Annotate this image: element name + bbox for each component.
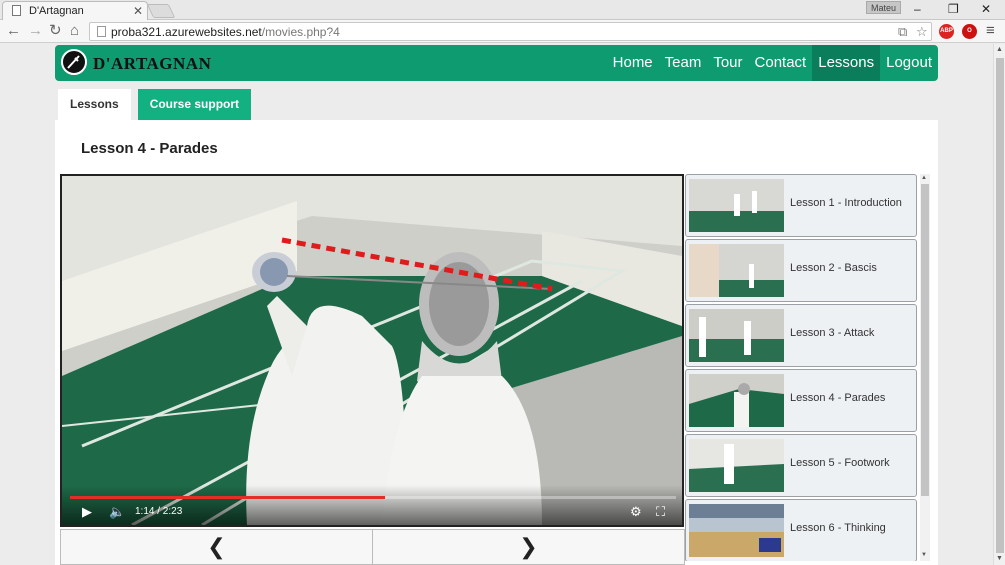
- lesson-label: Lesson 4 - Parades: [790, 392, 886, 404]
- lesson-thumbnail: [689, 504, 784, 557]
- close-icon[interactable]: ✕: [133, 4, 143, 18]
- adblock-icon[interactable]: ABP: [939, 24, 954, 39]
- tab-course-support[interactable]: Course support: [137, 89, 252, 120]
- page: D'ARTAGNAN Home Team Tour Contact Lesson…: [0, 44, 993, 565]
- scroll-down-icon[interactable]: ▼: [921, 552, 927, 558]
- tab-lessons[interactable]: Lessons: [58, 89, 131, 120]
- lesson-thumbnail: [689, 244, 784, 297]
- site-navbar: D'ARTAGNAN Home Team Tour Contact Lesson…: [55, 45, 938, 81]
- new-tab-button[interactable]: [146, 4, 176, 18]
- scroll-thumb[interactable]: [996, 58, 1004, 553]
- chevron-right-icon: ❯: [519, 534, 538, 559]
- fullscreen-icon[interactable]: ⛶: [656, 504, 665, 520]
- lesson-thumbnail: [689, 309, 784, 362]
- scroll-down-icon[interactable]: ▼: [996, 555, 1003, 562]
- lesson-label: Lesson 6 - Thinking: [790, 522, 886, 534]
- nav-logout[interactable]: Logout: [880, 45, 938, 81]
- brand-name[interactable]: D'ARTAGNAN: [93, 54, 211, 74]
- nav-home[interactable]: Home: [607, 45, 659, 81]
- logo[interactable]: [61, 49, 87, 75]
- tab-title: D'Artagnan: [29, 5, 84, 17]
- scroll-up-icon[interactable]: ▲: [921, 175, 927, 181]
- previous-button[interactable]: ❮: [60, 529, 373, 565]
- page-icon: [97, 26, 106, 37]
- profile-badge[interactable]: Mateu: [866, 1, 902, 14]
- forward-icon[interactable]: →: [28, 23, 43, 39]
- lesson-label: Lesson 2 - Bascis: [790, 262, 877, 274]
- url-text[interactable]: proba321.azurewebsites.net/movies.php?4: [111, 25, 340, 39]
- scroll-thumb[interactable]: [921, 184, 929, 496]
- restore-icon[interactable]: ❐: [948, 2, 959, 16]
- reload-icon[interactable]: ↻: [49, 23, 62, 39]
- settings-icon[interactable]: ⚙: [630, 504, 642, 520]
- address-bar[interactable]: proba321.azurewebsites.net/movies.php?4 …: [89, 22, 932, 41]
- bookmark-star-icon[interactable]: ☆: [916, 24, 928, 40]
- volume-icon[interactable]: 🔈: [109, 504, 125, 520]
- main-menu: Home Team Tour Contact Lessons Logout: [607, 45, 938, 81]
- lesson-list-item-5[interactable]: Lesson 5 - Footwork: [685, 434, 917, 497]
- home-icon[interactable]: ⌂: [70, 23, 79, 39]
- browser-tabstrip: D'Artagnan ✕ Mateu – ❐ ✕: [0, 0, 1005, 20]
- nav-tour[interactable]: Tour: [707, 45, 748, 81]
- lesson-list-item-2[interactable]: Lesson 2 - Bascis: [685, 239, 917, 302]
- lesson-label: Lesson 5 - Footwork: [790, 457, 890, 469]
- time-display: 1:14 / 2:23: [135, 506, 183, 517]
- menu-icon[interactable]: ≡: [986, 23, 995, 39]
- lesson-panel: Lesson 4 - Parades ▶ 🔈 1:14 / 2:23 ⚙ ⛶ ❮…: [55, 120, 938, 565]
- nav-lessons[interactable]: Lessons: [812, 45, 881, 81]
- next-button[interactable]: ❯: [372, 529, 685, 565]
- browser-tab[interactable]: D'Artagnan ✕: [2, 1, 148, 20]
- minimize-icon[interactable]: –: [914, 2, 921, 16]
- play-icon[interactable]: ▶: [82, 504, 92, 520]
- lesson-list: Lesson 1 - Introduction Lesson 2 - Basci…: [685, 174, 918, 561]
- lesson-list-item-3[interactable]: Lesson 3 - Attack: [685, 304, 917, 367]
- lesson-thumbnail: [689, 374, 784, 427]
- sub-tabs: Lessons Course support: [58, 89, 252, 120]
- controls-bar: [62, 485, 682, 525]
- translate-icon[interactable]: ⧉: [898, 24, 907, 40]
- nav-team[interactable]: Team: [659, 45, 708, 81]
- opera-extension-icon[interactable]: O: [962, 24, 977, 39]
- progress-bar[interactable]: [70, 496, 676, 499]
- nav-contact[interactable]: Contact: [749, 45, 813, 81]
- video-frame: [62, 176, 682, 525]
- page-icon: [12, 5, 21, 16]
- lesson-thumbnail: [689, 179, 784, 232]
- lesson-list-item-6[interactable]: Lesson 6 - Thinking: [685, 499, 917, 561]
- lesson-list-scrollbar[interactable]: ▲ ▼: [920, 174, 930, 561]
- browser-toolbar: ← → ↻ ⌂ proba321.azurewebsites.net/movie…: [0, 20, 1005, 43]
- lesson-label: Lesson 1 - Introduction: [790, 197, 902, 209]
- page-scrollbar[interactable]: ▲ ▼: [993, 44, 1005, 565]
- progress-fill: [70, 496, 386, 499]
- lesson-label: Lesson 3 - Attack: [790, 327, 875, 339]
- lesson-list-item-1[interactable]: Lesson 1 - Introduction: [685, 174, 917, 237]
- window-close-icon[interactable]: ✕: [981, 2, 991, 16]
- video-player[interactable]: ▶ 🔈 1:14 / 2:23 ⚙ ⛶: [60, 174, 684, 527]
- page-title: Lesson 4 - Parades: [81, 140, 218, 157]
- scroll-up-icon[interactable]: ▲: [996, 46, 1003, 53]
- back-icon[interactable]: ←: [6, 23, 21, 39]
- lesson-thumbnail: [689, 439, 784, 492]
- chevron-left-icon: ❮: [207, 534, 226, 559]
- lesson-list-item-4[interactable]: Lesson 4 - Parades: [685, 369, 917, 432]
